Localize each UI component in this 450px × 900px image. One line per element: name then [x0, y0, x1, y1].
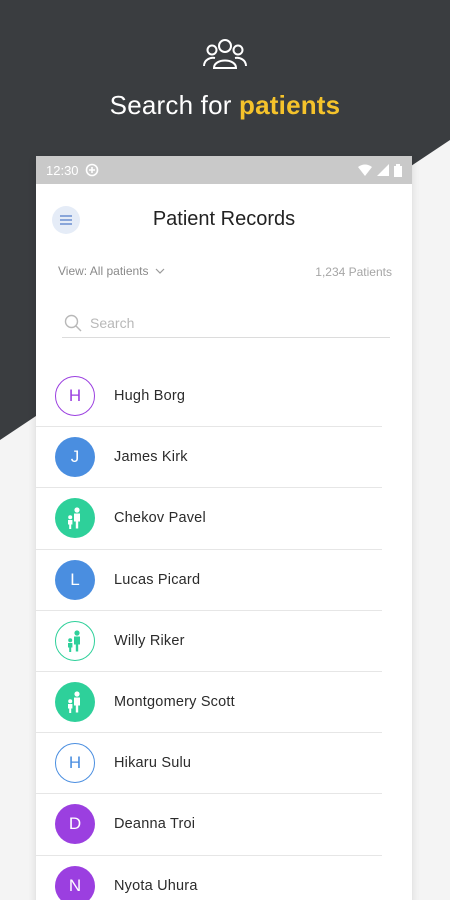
status-bar: 12:30: [36, 156, 412, 184]
search-icon: [64, 314, 82, 331]
patient-avatar: [55, 620, 95, 661]
parent-child-icon: [68, 691, 80, 714]
avatar-initial: J: [70, 447, 80, 467]
signal-icon: [377, 164, 389, 176]
search-bar: [62, 308, 390, 338]
patient-name: Willy Riker: [114, 632, 185, 649]
avatar-initial: D: [68, 814, 82, 834]
patient-name: Hugh Borg: [114, 388, 186, 405]
patient-avatar: H: [55, 376, 95, 417]
patient-row[interactable]: Chekov Pavel: [36, 488, 382, 550]
patient-name: Chekov Pavel: [114, 510, 206, 527]
patient-name: Montgomery Scott: [114, 694, 235, 711]
patient-name: Lucas Picard: [114, 571, 201, 588]
patient-count: 1,234 Patients: [315, 265, 392, 279]
patient-avatar: N: [55, 865, 95, 900]
patient-row[interactable]: H Hugh Borg: [36, 366, 382, 428]
patient-name: Hikaru Sulu: [114, 755, 192, 772]
hero-title: Search for patients: [0, 90, 450, 121]
patient-name: Nyota Uhura: [114, 877, 198, 894]
view-filter-dropdown[interactable]: View: All patients: [58, 264, 165, 278]
parent-child-icon: [68, 630, 80, 652]
parent-child-icon: [68, 507, 80, 530]
patient-row[interactable]: D Deanna Troi: [36, 794, 382, 856]
patient-avatar: L: [55, 559, 95, 600]
patient-row[interactable]: J James Kirk: [36, 427, 382, 489]
patient-row[interactable]: N Nyota Uhura: [36, 856, 382, 900]
patient-name: James Kirk: [114, 449, 188, 466]
battery-icon: [394, 163, 402, 177]
patient-avatar: D: [55, 804, 95, 845]
chevron-down-icon: [155, 268, 164, 274]
hero-title-prefix: Search for: [109, 90, 232, 120]
filter-row: View: All patients 1,234 Patients: [36, 256, 412, 286]
avatar-initial: H: [68, 753, 82, 773]
data-saver-icon: [85, 163, 98, 177]
patient-list: H Hugh Borg J James Kirk Chekov Pavel L Lucas…: [36, 366, 412, 900]
patient-name: Deanna Troi: [114, 816, 196, 833]
app-header: Patient Records: [36, 184, 412, 256]
patient-row[interactable]: Montgomery Scott: [36, 672, 382, 734]
page-title: Patient Records: [152, 208, 296, 230]
search-input[interactable]: [90, 314, 380, 331]
status-time: 12:30: [46, 162, 79, 178]
avatar-initial: H: [68, 386, 82, 406]
wifi-icon: [358, 164, 372, 176]
avatar-initial: N: [68, 875, 82, 895]
patient-row[interactable]: H Hikaru Sulu: [36, 733, 382, 795]
patient-row[interactable]: L Lucas Picard: [36, 550, 382, 611]
patient-avatar: H: [55, 743, 95, 784]
hero-title-accent: patients: [239, 90, 341, 120]
people-group-icon: [203, 39, 247, 69]
view-filter-label: View: All patients: [58, 264, 149, 278]
patient-avatar: [55, 498, 95, 539]
avatar-initial: L: [70, 569, 80, 589]
phone-screen: 12:30 Patient Records View: All patients…: [36, 156, 412, 900]
patient-row[interactable]: Willy Riker: [36, 611, 382, 672]
patient-avatar: [55, 682, 95, 723]
patient-avatar: J: [55, 437, 95, 478]
